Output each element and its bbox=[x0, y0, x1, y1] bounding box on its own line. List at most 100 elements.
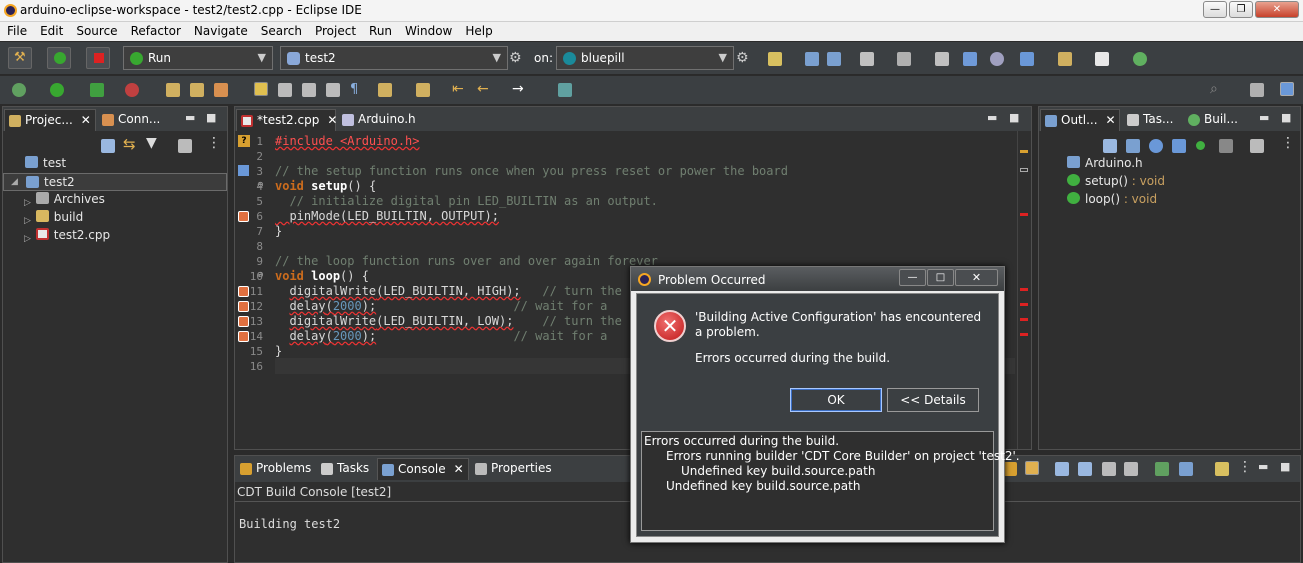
open-element-icon[interactable] bbox=[190, 83, 204, 97]
pin-console-icon[interactable] bbox=[1003, 462, 1017, 476]
sort-icon[interactable] bbox=[1126, 139, 1140, 153]
new-class-icon[interactable] bbox=[1095, 52, 1109, 66]
print-icon[interactable] bbox=[860, 52, 874, 66]
build-all-icon[interactable] bbox=[897, 52, 911, 66]
collapsed-triangle-icon[interactable]: ▷ bbox=[24, 216, 31, 226]
overview-error-marker[interactable] bbox=[1020, 303, 1028, 306]
menu-file[interactable]: File bbox=[0, 22, 33, 38]
new-console-icon[interactable] bbox=[1215, 462, 1229, 476]
collapse-all-icon[interactable] bbox=[101, 139, 115, 153]
c-perspective-icon[interactable] bbox=[1280, 82, 1294, 96]
code-line-1[interactable]: #include <Arduino.h> bbox=[275, 134, 420, 148]
tab-connections[interactable]: Conn... bbox=[98, 109, 178, 131]
outline-item-loop[interactable]: loop() : void bbox=[1067, 192, 1157, 206]
run-as-icon[interactable] bbox=[50, 83, 64, 97]
code-line-10[interactable]: void loop() { bbox=[275, 269, 369, 283]
tab-tasks[interactable]: Tasks bbox=[317, 458, 377, 480]
focus-icon[interactable] bbox=[1250, 139, 1264, 153]
close-icon[interactable]: ✕ bbox=[81, 113, 91, 127]
maximize-view-icon[interactable]: ■ bbox=[1009, 111, 1019, 124]
tab-properties[interactable]: Properties bbox=[471, 458, 561, 480]
clear-console-icon[interactable] bbox=[1102, 462, 1116, 476]
overview-bookmark-marker[interactable] bbox=[1020, 168, 1028, 172]
save-icon[interactable] bbox=[805, 52, 819, 66]
console-output[interactable]: Building test2 bbox=[239, 517, 340, 531]
dialog-maximize-button[interactable]: □ bbox=[927, 269, 954, 286]
view-menu-icon[interactable]: ⋮ bbox=[1238, 459, 1252, 475]
menu-project[interactable]: Project bbox=[308, 22, 362, 38]
open-perspective-icon[interactable] bbox=[1250, 83, 1264, 97]
scroll-lock-icon[interactable] bbox=[1025, 461, 1039, 475]
skip-breakpoints-icon[interactable] bbox=[990, 52, 1004, 66]
dialog-minimize-button[interactable]: — bbox=[899, 269, 926, 286]
prev-annotation-icon[interactable] bbox=[416, 83, 430, 97]
maximize-view-icon[interactable]: ■ bbox=[1280, 460, 1290, 473]
back-arrow-icon[interactable]: ← bbox=[477, 81, 489, 97]
outline-item-setup[interactable]: setup() : void bbox=[1067, 174, 1165, 188]
minimize-button[interactable]: — bbox=[1203, 1, 1227, 18]
word-wrap-icon[interactable] bbox=[1055, 462, 1069, 476]
pin-editor-icon[interactable] bbox=[558, 83, 572, 97]
collapsed-triangle-icon[interactable]: ▷ bbox=[24, 234, 31, 244]
hide-non-public-icon[interactable] bbox=[1196, 141, 1205, 150]
code-line-7[interactable]: } bbox=[275, 224, 282, 238]
tab-build-targets[interactable]: Buil... bbox=[1184, 109, 1244, 131]
show-whitespace-icon[interactable] bbox=[326, 83, 340, 97]
code-line-3[interactable]: // the setup function runs once when you… bbox=[275, 164, 788, 178]
hide-fields-icon[interactable] bbox=[1149, 139, 1163, 153]
tree-item-test2-cpp[interactable]: ▷ test2.cpp bbox=[24, 228, 110, 244]
menu-refactor[interactable]: Refactor bbox=[124, 22, 187, 38]
code-line-13[interactable]: digitalWrite(LED_BUILTIN, LOW); // turn … bbox=[275, 314, 643, 328]
code-line-9[interactable]: // the loop function runs over and over … bbox=[275, 254, 658, 268]
minimize-view-icon[interactable]: ▬ bbox=[1259, 111, 1269, 124]
tab-problems[interactable]: Problems bbox=[236, 458, 314, 480]
launch-target-gear-icon[interactable]: ⚙ bbox=[736, 50, 749, 66]
code-line-4[interactable]: void setup() { bbox=[275, 179, 376, 193]
menu-edit[interactable]: Edit bbox=[33, 22, 69, 38]
details-area[interactable]: Errors occurred during the build. Errors… bbox=[641, 431, 1020, 531]
open-type-icon[interactable] bbox=[166, 83, 180, 97]
launch-mode-combo[interactable]: Run ▼ bbox=[123, 46, 273, 70]
minimize-view-icon[interactable]: ▬ bbox=[185, 111, 195, 124]
coverage-icon[interactable] bbox=[90, 83, 104, 97]
overview-error-marker[interactable] bbox=[1020, 213, 1028, 216]
tab-console[interactable]: Console ✕ bbox=[377, 458, 469, 480]
overview-error-marker[interactable] bbox=[1020, 333, 1028, 336]
close-window-button[interactable]: ✕ bbox=[1255, 1, 1299, 18]
maximize-view-icon[interactable]: ■ bbox=[206, 111, 216, 124]
code-line-14[interactable]: delay(2000); // wait for a bbox=[275, 329, 607, 343]
outline-item-include[interactable]: Arduino.h bbox=[1067, 156, 1143, 170]
tree-item-test2[interactable]: ◢ test2 bbox=[3, 173, 227, 191]
overview-warning-marker[interactable] bbox=[1020, 150, 1028, 153]
close-icon[interactable]: ✕ bbox=[1106, 113, 1116, 127]
dialog-close-button[interactable]: ✕ bbox=[955, 269, 998, 286]
overview-error-marker[interactable] bbox=[1020, 318, 1028, 321]
view-menu-icon[interactable]: ⋮ bbox=[207, 135, 221, 151]
mark-occurrences-icon[interactable] bbox=[254, 82, 268, 96]
toggle-block-icon[interactable] bbox=[278, 83, 292, 97]
code-line-15[interactable]: } bbox=[275, 344, 282, 358]
code-line-5[interactable]: // initialize digital pin LED_BUILTIN as… bbox=[275, 194, 657, 208]
new-icon[interactable] bbox=[768, 52, 782, 66]
launch-config-combo[interactable]: test2 ▼ bbox=[280, 46, 508, 70]
calculator-icon[interactable] bbox=[935, 52, 949, 66]
tab-test2-cpp[interactable]: *test2.cpp ✕ bbox=[236, 109, 337, 131]
menu-window[interactable]: Window bbox=[398, 22, 458, 38]
next-annotation-icon[interactable] bbox=[378, 83, 392, 97]
hide-macros-icon[interactable] bbox=[1219, 139, 1233, 153]
debug-icon[interactable] bbox=[12, 83, 26, 97]
menu-run[interactable]: Run bbox=[362, 22, 398, 38]
view-menu-icon[interactable]: ⋮ bbox=[1281, 135, 1295, 151]
hide-static-icon[interactable] bbox=[1172, 139, 1186, 153]
build-hammer-button[interactable]: ⚒ bbox=[8, 47, 32, 69]
terminal-icon[interactable] bbox=[963, 52, 977, 66]
link-with-editor-icon[interactable]: ⇆ bbox=[123, 135, 136, 153]
show-on-output-icon[interactable] bbox=[1078, 462, 1092, 476]
forward-arrow-icon[interactable]: → bbox=[512, 81, 524, 97]
details-button[interactable]: << Details bbox=[887, 388, 979, 412]
tab-arduino-h[interactable]: Arduino.h bbox=[338, 109, 428, 131]
new-c-project-icon[interactable] bbox=[1020, 52, 1034, 66]
menu-search[interactable]: Search bbox=[254, 22, 308, 38]
open-console-icon[interactable] bbox=[1179, 462, 1193, 476]
collapsed-triangle-icon[interactable]: ▷ bbox=[24, 198, 31, 208]
